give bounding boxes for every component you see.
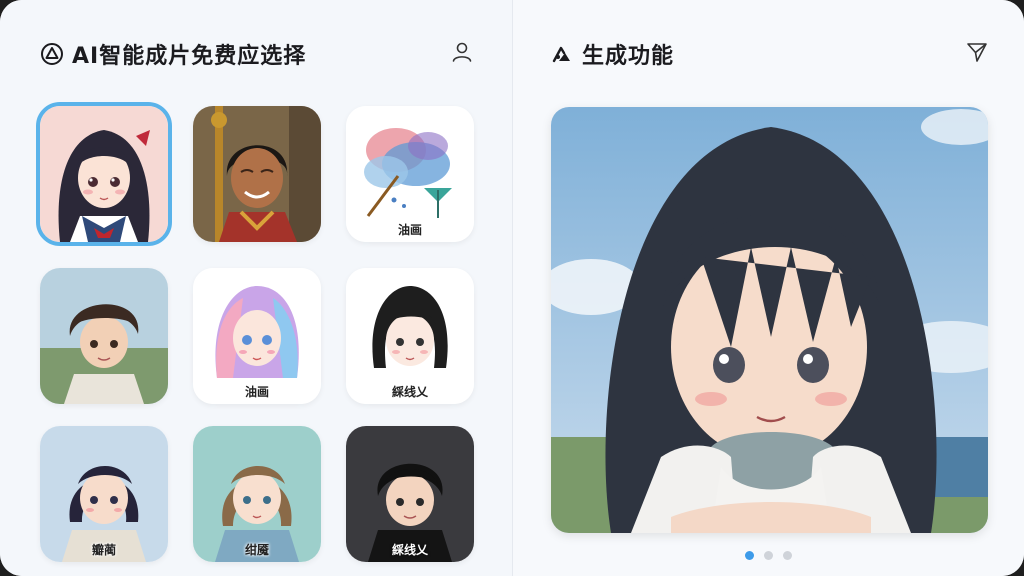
style-tile-label: 綵线乂 bbox=[391, 543, 428, 557]
style-tile-9[interactable]: 綵线乂 bbox=[346, 426, 474, 562]
style-tile-7[interactable]: 瓣蔺 bbox=[40, 426, 168, 562]
style-tile-5[interactable]: 油画 bbox=[193, 268, 321, 404]
style-tile-label: 瓣蔺 bbox=[91, 543, 116, 557]
style-tile-label: 油画 bbox=[397, 223, 422, 237]
paper-plane-icon[interactable] bbox=[965, 40, 989, 64]
style-tile-1[interactable] bbox=[36, 102, 172, 246]
style-tile-8[interactable]: 绀魇 bbox=[193, 426, 321, 562]
app-window: AI智能成片免费应选择 油画 油画 綵线乂 瓣蔺 绀魇 綵线乂 生成功能 bbox=[0, 0, 1024, 576]
style-selector-panel: AI智能成片免费应选择 油画 油画 綵线乂 瓣蔺 绀魇 綵线乂 bbox=[0, 0, 512, 576]
style-tile-2[interactable] bbox=[193, 106, 321, 242]
style-tile-label: 油画 bbox=[244, 385, 269, 399]
pager-dot-2[interactable] bbox=[764, 551, 773, 560]
oil-portrait-woman-thumbnail bbox=[193, 106, 321, 242]
anime-boy-landscape-thumbnail bbox=[40, 268, 168, 404]
anime-schoolgirl-thumbnail bbox=[40, 106, 168, 242]
generation-panel: 生成功能 bbox=[513, 0, 1024, 576]
pager-dot-3[interactable] bbox=[783, 551, 792, 560]
carousel-pager bbox=[745, 551, 792, 560]
right-panel-title: 生成功能 bbox=[582, 44, 675, 69]
left-panel-title: AI智能成片免费应选择 bbox=[72, 44, 307, 69]
generated-anime-girl-image bbox=[551, 107, 988, 533]
generated-image-preview[interactable] bbox=[551, 107, 988, 533]
pager-dot-1[interactable] bbox=[745, 551, 754, 560]
person-icon[interactable] bbox=[450, 40, 474, 64]
style-tile-6[interactable]: 綵线乂 bbox=[346, 268, 474, 404]
left-panel-header: AI智能成片免费应选择 bbox=[40, 38, 306, 70]
triangle-circle-icon bbox=[41, 43, 63, 65]
style-tile-4[interactable] bbox=[40, 268, 168, 404]
style-tile-label: 绀魇 bbox=[244, 543, 269, 557]
tools-icon bbox=[552, 46, 570, 63]
style-tile-label: 綵线乂 bbox=[391, 385, 428, 399]
style-tile-3[interactable]: 油画 bbox=[346, 106, 474, 242]
right-panel-header: 生成功能 bbox=[550, 38, 674, 70]
